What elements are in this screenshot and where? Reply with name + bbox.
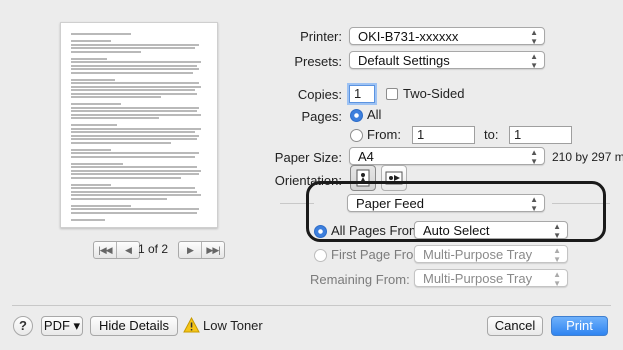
popup-arrows-icon: ▲ ▼: [530, 52, 538, 70]
print-button[interactable]: Print: [551, 316, 608, 336]
popup-arrows-icon: ▲ ▼: [553, 270, 561, 288]
preview-text-line: [71, 68, 199, 70]
preview-text-line: [71, 134, 199, 137]
paper-size-popup[interactable]: A4 ▲ ▼: [349, 147, 545, 166]
preview-nav-forward-group: ▶ ▶▶|: [178, 241, 225, 259]
preview-text-line: [71, 57, 107, 60]
warning-icon: [183, 317, 200, 333]
pages-all-radio[interactable]: [350, 109, 363, 122]
preview-text-line: [71, 103, 121, 105]
first-page-from-value: Multi-Purpose Tray: [423, 247, 533, 262]
printer-popup[interactable]: OKI-B731-xxxxxx ▲ ▼: [349, 27, 545, 46]
preview-text-line: [71, 47, 195, 49]
popup-arrows-icon: ▲ ▼: [530, 148, 538, 166]
preview-text-line: [71, 43, 199, 46]
preview-text-line: [71, 96, 161, 98]
preview-text-line: [71, 218, 105, 221]
pages-to-label: to:: [484, 127, 499, 142]
preview-text-line: [71, 183, 111, 186]
preview-text-line: [71, 197, 167, 200]
preview-text-line: [71, 176, 181, 179]
preview-text-line: [71, 85, 201, 88]
preview-text-line: [71, 50, 141, 53]
remaining-from-label: Remaining From:: [310, 272, 410, 287]
paper-size-label: Paper Size:: [274, 150, 342, 165]
preview-text-line: [71, 71, 193, 74]
copies-label: Copies:: [297, 87, 342, 102]
popup-arrows-icon: ▲ ▼: [553, 246, 561, 264]
next-page-button[interactable]: ▶: [179, 242, 201, 258]
highlight-annotation-box: [306, 181, 606, 242]
preview-text-line: [71, 152, 199, 154]
remaining-from-popup[interactable]: Multi-Purpose Tray ▲ ▼: [414, 269, 568, 288]
pages-from-label: From:: [367, 127, 401, 142]
preview-nav-back-group: |◀◀ ◀: [93, 241, 140, 259]
paper-size-dimensions: 210 by 297 mm: [552, 150, 623, 164]
preview-text-line: [71, 89, 195, 91]
preview-text-line: [71, 194, 201, 196]
help-button[interactable]: ?: [13, 316, 33, 336]
printer-label: Printer:: [300, 29, 342, 44]
printer-value: OKI-B731-xxxxxx: [358, 29, 459, 44]
preview-text-line: [71, 82, 199, 84]
preview-text-line: [71, 33, 131, 35]
two-sided-checkbox[interactable]: [386, 88, 398, 100]
preview-text-line: [71, 78, 115, 81]
preview-text-line: [71, 138, 197, 140]
pages-from-radio[interactable]: [350, 129, 363, 142]
preview-text-line: [71, 148, 111, 151]
first-page-button[interactable]: |◀◀: [94, 242, 116, 258]
preview-text-line: [71, 155, 195, 158]
preview-text-line: [71, 40, 111, 42]
preview-text-line: [71, 131, 195, 133]
presets-popup[interactable]: Default Settings ▲ ▼: [349, 51, 545, 70]
preview-text-line: [71, 124, 117, 126]
copies-field[interactable]: 1: [349, 85, 375, 103]
preview-text-line: [71, 208, 199, 210]
pages-all-label: All: [367, 107, 382, 122]
preview-text-line: [71, 141, 171, 144]
pages-to-field[interactable]: 1: [509, 126, 572, 144]
cancel-button[interactable]: Cancel: [487, 316, 543, 336]
preview-text-line: [71, 204, 131, 207]
preview-text-line: [71, 187, 195, 189]
two-sided-label: Two-Sided: [403, 86, 465, 101]
hide-details-button[interactable]: Hide Details: [90, 316, 178, 336]
preview-text-line: [71, 173, 199, 175]
pages-label: Pages:: [301, 109, 342, 124]
popup-arrows-icon: ▲ ▼: [530, 28, 538, 46]
previous-page-button[interactable]: ◀: [116, 242, 139, 258]
paper-size-value: A4: [358, 149, 374, 164]
preview-text-line: [71, 162, 123, 165]
preview-text-line: [71, 113, 201, 116]
pages-from-field[interactable]: 1: [412, 126, 475, 144]
presets-label: Presets:: [294, 54, 342, 69]
low-toner-label[interactable]: Low Toner: [203, 318, 263, 333]
preview-text-line: [71, 211, 197, 214]
footer-divider: [12, 305, 611, 306]
preview-text-line: [71, 92, 197, 95]
preview-text-line: [71, 169, 201, 172]
remaining-from-value: Multi-Purpose Tray: [423, 271, 533, 286]
preview-text-line: [71, 64, 197, 67]
preview-text-line: [71, 106, 199, 109]
preview-text-line: [71, 61, 201, 63]
first-page-from-popup[interactable]: Multi-Purpose Tray ▲ ▼: [414, 245, 568, 264]
preview-text-line: [71, 117, 159, 119]
pdf-menu-button[interactable]: PDF ▾: [41, 316, 83, 336]
preview-text-line: [71, 190, 197, 193]
presets-value: Default Settings: [358, 53, 450, 68]
print-preview-page: [60, 22, 218, 228]
preview-text-line: [71, 166, 197, 168]
first-page-from-radio[interactable]: [314, 249, 327, 262]
preview-text-line: [71, 110, 197, 112]
preview-text-line: [71, 127, 201, 130]
last-page-button[interactable]: ▶▶|: [201, 242, 224, 258]
page-counter: 1 of 2: [138, 242, 169, 256]
